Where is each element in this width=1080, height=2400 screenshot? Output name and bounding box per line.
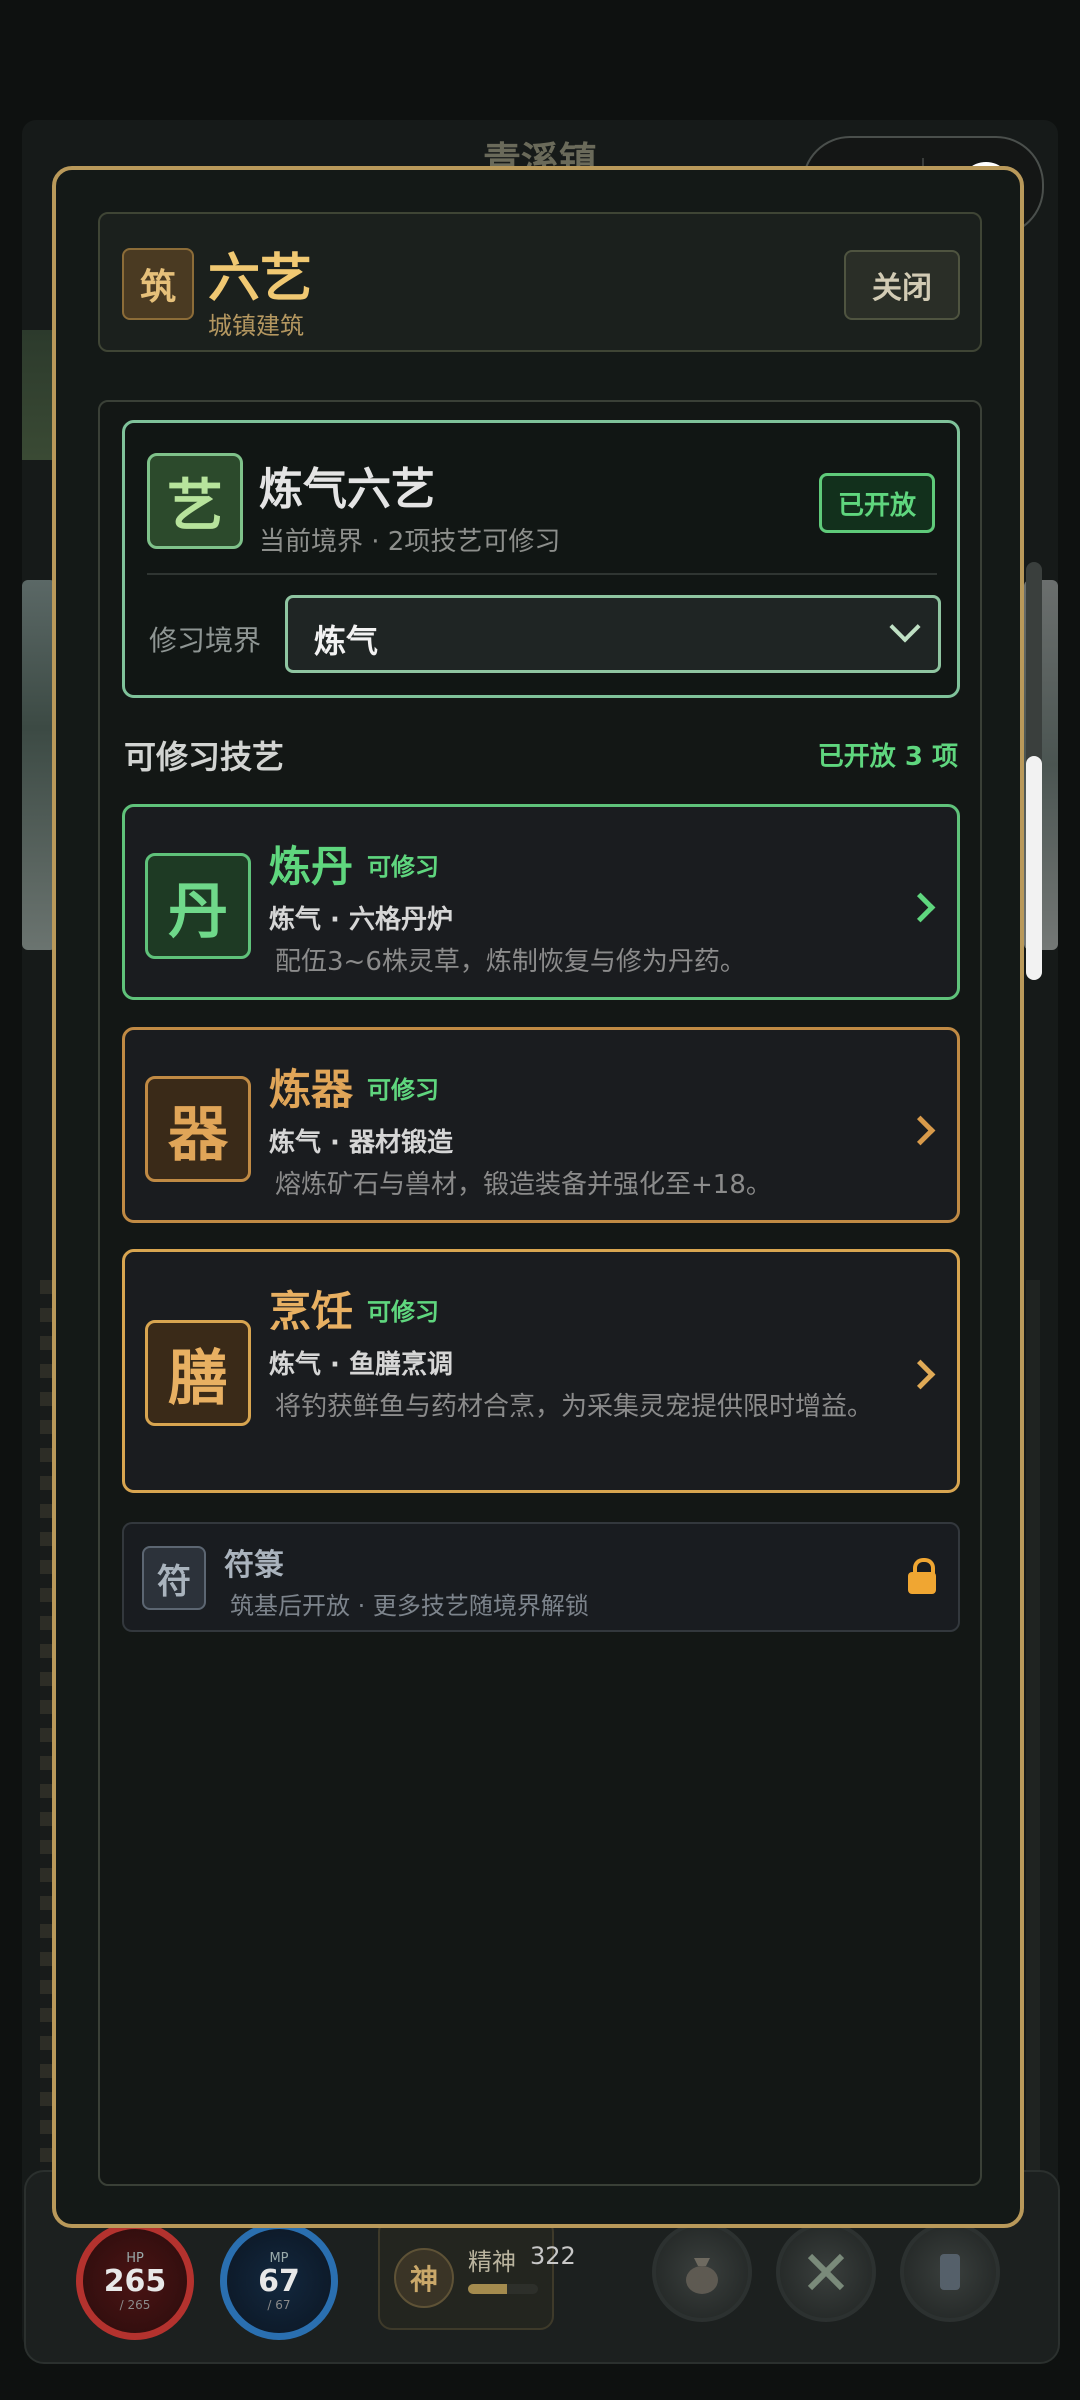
craft-meta: 炼气 · 鱼膳烹调 [269, 1350, 453, 1380]
craft-name: 烹饪 [269, 1287, 354, 1336]
section-title: 可修习技艺 [124, 738, 285, 776]
craft-card-forging[interactable]: 器 炼器 可修习 炼气 · 器材锻造 熔炼矿石与兽材，锻造装备并强化至+18。 [122, 1027, 960, 1223]
combat-icon [807, 2253, 845, 2291]
arts-icon: 艺 [147, 453, 243, 549]
modal-header: 筑 六艺 城镇建筑 关闭 [98, 212, 982, 352]
chevron-right-icon [905, 1115, 936, 1146]
background-scenery [22, 330, 56, 460]
forging-icon: 器 [145, 1076, 251, 1182]
spirit-badge: 神 [394, 2248, 454, 2308]
modal-subtitle: 城镇建筑 [208, 312, 304, 340]
alchemy-icon: 丹 [145, 853, 251, 959]
realm-select-label: 修习境界 [149, 624, 262, 657]
spirit-label: 精神 [468, 2248, 516, 2276]
mp-value: 67 [258, 2263, 300, 2299]
mp-orb: MP 67 / 67 [220, 2222, 338, 2340]
craft-tag: 可修习 [367, 1076, 439, 1104]
craft-meta: 炼气 · 六格丹炉 [269, 905, 453, 935]
spirit-bar [468, 2284, 538, 2294]
craft-description: 将钓获鲜鱼与药材合烹，为采集灵宠提供限时增益。 [275, 1392, 874, 1422]
realm-panel-title: 炼气六艺 [259, 464, 435, 515]
divider [147, 573, 937, 575]
bag-button[interactable] [652, 2222, 752, 2322]
craft-name: 炼器 [269, 1065, 354, 1114]
talisman-icon: 符 [142, 1546, 206, 1610]
chevron-down-icon [889, 611, 921, 643]
spirit-panel[interactable]: 神 精神 322 [378, 2218, 576, 2330]
realm-select-value: 炼气 [314, 622, 379, 660]
combat-button[interactable] [776, 2222, 876, 2322]
phone-button[interactable] [900, 2222, 1000, 2322]
craft-description: 筑基后开放 · 更多技艺随境界解锁 [230, 1592, 589, 1620]
craft-description: 熔炼矿石与兽材，锻造装备并强化至+18。 [275, 1170, 772, 1200]
phone-icon [940, 2254, 960, 2290]
close-button[interactable]: 关闭 [844, 250, 960, 320]
craft-description: 配伍3~6株灵草，炼制恢复与修为丹药。 [275, 947, 746, 977]
building-icon: 筑 [122, 248, 194, 320]
status-badge: 已开放 [819, 473, 935, 533]
lock-icon [908, 1558, 936, 1594]
cooking-icon: 膳 [145, 1320, 251, 1426]
scrollbar[interactable] [1026, 562, 1042, 980]
bag-icon [686, 2258, 718, 2294]
background-decoration [1026, 1280, 1040, 2180]
craft-card-talisman-locked: 符 符箓 筑基后开放 · 更多技艺随境界解锁 [122, 1522, 960, 1632]
section-count: 已开放 3 项 [817, 742, 958, 772]
hp-max: / 265 [119, 2297, 151, 2312]
hp-orb: HP 265 / 265 [76, 2222, 194, 2340]
craft-card-alchemy[interactable]: 丹 炼丹 可修习 炼气 · 六格丹炉 配伍3~6株灵草，炼制恢复与修为丹药。 [122, 804, 960, 1000]
craft-name: 炼丹 [269, 842, 354, 891]
background-scenery [22, 580, 56, 950]
spirit-bar-fill [468, 2284, 507, 2294]
spirit-value: 322 [530, 2242, 576, 2270]
chevron-right-icon [905, 892, 936, 923]
craft-tag: 可修习 [367, 853, 439, 881]
realm-panel-description: 当前境界 · 2项技艺可修习 [259, 527, 561, 557]
scrollbar-thumb[interactable] [1026, 756, 1042, 980]
mp-max: / 67 [267, 2297, 291, 2312]
modal-title: 六艺 [208, 249, 313, 309]
chevron-right-icon [905, 1359, 936, 1390]
realm-select[interactable]: 炼气 [285, 595, 941, 673]
hp-value: 265 [103, 2263, 167, 2299]
realm-panel: 艺 炼气六艺 当前境界 · 2项技艺可修习 已开放 修习境界 炼气 [122, 420, 960, 698]
craft-name: 符箓 [224, 1548, 284, 1583]
craft-meta: 炼气 · 器材锻造 [269, 1128, 453, 1158]
craft-tag: 可修习 [367, 1298, 439, 1326]
craft-card-cooking[interactable]: 膳 烹饪 可修习 炼气 · 鱼膳烹调 将钓获鲜鱼与药材合烹，为采集灵宠提供限时增… [122, 1249, 960, 1493]
